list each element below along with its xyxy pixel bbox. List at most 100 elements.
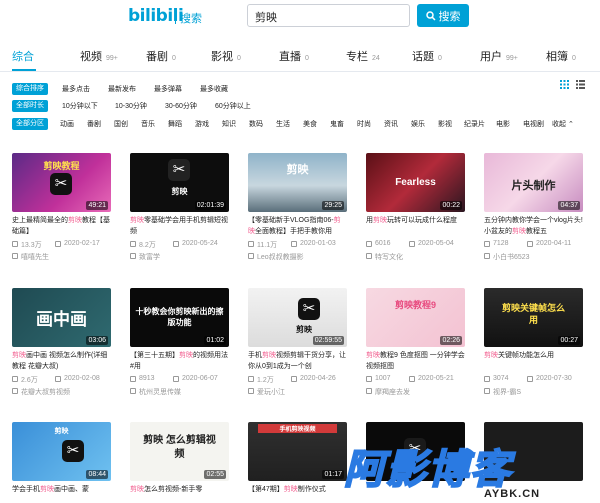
video-title[interactable]: 用剪映玩转可以玩成什么程度 [366,215,465,237]
tab-label: 专栏 [346,51,368,63]
filter-option[interactable]: 动画 [60,119,74,129]
filter-option[interactable]: 纪录片 [464,119,485,129]
uploader-name: 爱玩小江 [257,389,285,396]
video-thumbnail[interactable]: 片头制作 04:37 [484,153,583,212]
filter-option[interactable]: 最多点击 [62,84,90,94]
uploader-row[interactable]: 小白书6523 [484,252,583,261]
search-button[interactable]: 搜索 [417,4,469,27]
filter-duration-row: 全部时长 10分钟以下 10-30分钟 30-60分钟 60分钟以上 [12,100,600,114]
filter-option[interactable]: 国创 [114,119,128,129]
tab-user[interactable]: 用户 99+ [480,48,518,64]
video-meta: 13.3万 2020-02-17 [12,240,111,249]
video-thumbnail[interactable]: 剪映 怎么剪辑视频 02:55 [130,422,229,481]
play-count: 8913 [139,375,155,382]
video-thumbnail[interactable]: 手机剪映视频 01:17 [248,422,347,481]
uploader-icon [130,388,136,394]
tab-bangumi[interactable]: 番剧 0 [146,48,176,64]
video-title[interactable]: 【第47期】剪映制作仪式 [248,484,347,495]
filter-option[interactable]: 游戏 [195,119,209,129]
filter-option[interactable]: 生活 [276,119,290,129]
thumbnail-caption: 画中画 [36,310,87,329]
grid-view-icon[interactable] [560,80,569,89]
filter-option[interactable]: 最多收藏 [200,84,228,94]
uploader-row[interactable]: 特写文化 [366,252,465,261]
video-title[interactable]: 剪映零基础学会用手机剪辑短视频 [130,215,229,237]
filter-option[interactable]: 10-30分钟 [115,101,147,111]
video-thumbnail[interactable]: 十秒教会你剪映新出的擦版功能 01:02 [130,288,229,347]
filter-option[interactable]: 影视 [438,119,452,129]
video-title[interactable]: 五分钟内教你学会一个vlog片头!小盆友的剪映教程五 [484,215,583,237]
filter-option[interactable]: 美食 [303,119,317,129]
video-thumbnail[interactable]: 剪映教程 ✂ 49:21 [12,153,111,212]
tab-film[interactable]: 影视 0 [211,48,241,64]
filter-option[interactable]: 资讯 [384,119,398,129]
uploader-name: 小白书6523 [493,254,530,261]
filter-option[interactable]: 舞蹈 [168,119,182,129]
video-title[interactable]: 手机剪映视频剪辑干货分享，让你从0到1成为一个创 [248,350,347,372]
uploader-row[interactable]: 爱玩小江 [248,387,347,396]
tab-count: 0 [305,55,309,62]
uploader-row[interactable]: Leo叔叔教摄影 [248,252,347,261]
video-title[interactable]: 剪映关键帧功能怎么用 [484,350,583,372]
filter-chip-zone[interactable]: 全部分区 [12,118,48,130]
tab-video[interactable]: 视频 99+ [80,48,118,64]
video-thumbnail[interactable]: 剪映 29:25 [248,153,347,212]
capcut-logo-icon: ✂ [62,440,84,462]
filter-option[interactable]: 电视剧 [523,119,544,129]
tab-live[interactable]: 直播 0 [279,48,309,64]
filter-chip-duration[interactable]: 全部时长 [12,100,48,112]
play-count-icon [12,376,18,382]
search-input[interactable]: 剪映 [247,4,410,27]
video-duration: 03:06 [86,336,108,345]
uploader-row[interactable]: 杭州灵思传媒 [130,387,229,396]
tab-label: 视频 [80,51,102,63]
uploader-row[interactable]: 致富学 [130,252,229,261]
keyword-highlight: 剪映 [12,352,26,359]
video-thumbnail[interactable]: 剪映教程9 02:26 [366,288,465,347]
video-thumbnail[interactable]: Fearless 00:22 [366,153,465,212]
video-thumbnail[interactable]: ✂ 剪映 02:59:55 [248,288,347,347]
filter-option[interactable]: 最多弹幕 [154,84,182,94]
tab-article[interactable]: 专栏 24 [346,48,380,64]
filter-option[interactable]: 鬼畜 [330,119,344,129]
uploader-row[interactable]: 视界-霸S [484,387,583,396]
video-title[interactable]: 剪映画中画 视频怎么制作(详细教程 花瓣大叔) [12,350,111,372]
uploader-row[interactable]: 摩羯座去发 [366,387,465,396]
video-title[interactable]: 【零基础新手VLOG指南06-剪映全面教程】手把手教你用 [248,215,347,237]
video-title[interactable]: 【第三十五期】剪映的视频用法#用 [130,350,229,372]
video-thumbnail[interactable]: 画中画 03:06 [12,288,111,347]
keyword-highlight: 剪映 [68,217,82,224]
filter-option[interactable]: 音乐 [141,119,155,129]
filter-option[interactable]: 时尚 [357,119,371,129]
filter-chip-order[interactable]: 综合排序 [12,83,48,95]
title-text: 全面教程】手把手教你用 [255,228,332,235]
upload-date: 2020-04-11 [536,240,572,247]
uploader-row[interactable]: 嘻嘻先生 [12,252,111,261]
filter-option[interactable]: 30-60分钟 [165,101,197,111]
filter-option[interactable]: 知识 [222,119,236,129]
upload-date: 2020-02-08 [64,375,100,382]
video-title[interactable]: 剪映教程9 色度抠图 一分钟学会视频抠图 [366,350,465,372]
filter-option[interactable]: 番剧 [87,119,101,129]
video-title[interactable]: 剪映怎么剪视频-新手零 [130,484,229,495]
filter-option[interactable]: 娱乐 [411,119,425,129]
video-thumbnail[interactable]: ✂ 剪映 02:01:39 [130,153,229,212]
uploader-row[interactable]: 花瓣大叔剪视频 [12,387,111,396]
filter-option[interactable]: 数码 [249,119,263,129]
thumbnail-caption: 剪映 [54,428,69,435]
video-title[interactable]: 学会手机剪映画中画、蒙 [12,484,111,495]
filter-option[interactable]: 60分钟以上 [215,101,251,111]
list-view-icon[interactable] [576,80,585,89]
tab-album[interactable]: 相簿 0 [546,48,576,64]
filter-collapse-toggle[interactable]: 收起 ⌃ [552,119,574,129]
video-title[interactable]: 史上最精简最全的剪映教程【基础篇】 [12,215,111,237]
filter-option[interactable]: 电影 [496,119,510,129]
tab-count: 99+ [506,55,518,62]
thumbnail-caption: 剪映 [171,187,188,196]
video-thumbnail[interactable]: ✂ 剪映 08:44 [12,422,111,481]
video-thumbnail[interactable]: 剪映关键帧怎么用 00:27 [484,288,583,347]
tab-topic[interactable]: 话题 0 [412,48,442,64]
tab-all[interactable]: 综合 [12,48,34,64]
filter-option[interactable]: 10分钟以下 [62,101,98,111]
filter-option[interactable]: 最新发布 [108,84,136,94]
